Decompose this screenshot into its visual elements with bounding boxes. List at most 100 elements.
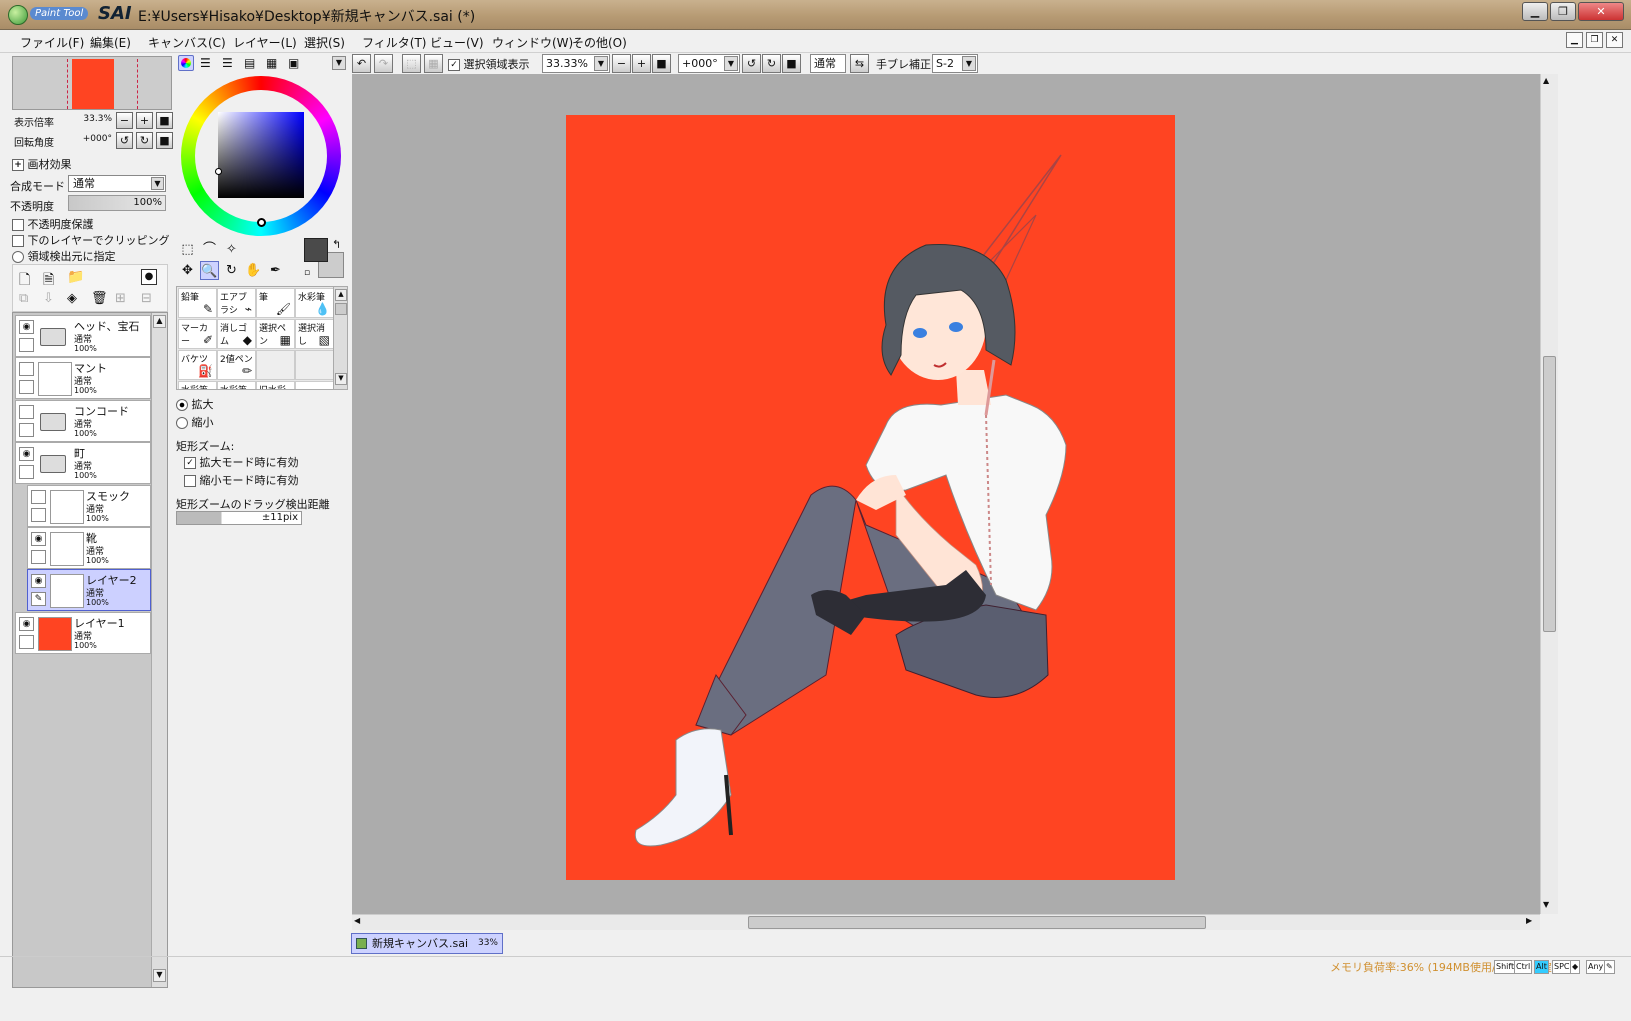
redo-button[interactable]: ↷ [374,54,393,73]
rotate-left-button[interactable]: ↺ [116,132,133,149]
eye-icon[interactable]: ◉ [31,574,46,589]
rect-select-icon[interactable]: ⬚ [178,240,197,259]
rotate-right-button[interactable]: ↻ [136,132,153,149]
move-icon[interactable]: ✥ [178,261,197,280]
maximize-button[interactable]: ❐ [1550,2,1576,21]
magic-wand-icon[interactable]: ✧ [222,240,241,259]
toolbar-zoom-in-button[interactable]: + [632,54,651,73]
title-bar[interactable]: Paint Tool SAI E:¥Users¥Hisako¥Desktop¥新… [0,0,1631,30]
saturation-value-square[interactable] [218,112,304,198]
brush-slot[interactable]: 水彩筆 [178,381,217,389]
rotation-value[interactable]: +000° [68,134,112,144]
layer-mask-icon[interactable]: ● [141,269,157,285]
scroll-up-icon[interactable]: ▲ [1543,76,1549,85]
eye-icon[interactable]: ◉ [19,320,34,334]
transfer-down-icon[interactable]: ⇩ [43,291,54,306]
lock-toggle[interactable] [19,634,34,649]
rotate-tool-icon[interactable]: ↻ [222,261,241,280]
vertical-scroll-thumb[interactable] [1543,356,1556,632]
primary-color-swatch[interactable] [304,238,328,262]
invert-selection-button[interactable]: ▦ [424,54,443,73]
swatch-tab[interactable]: ▦ [266,56,277,70]
brush-slot[interactable]: 旧水彩 [256,381,295,389]
eyedropper-icon[interactable]: ✒ [266,261,285,280]
scratch-pad-tab[interactable]: ▣ [288,56,299,70]
opacity-slider[interactable]: 100% [68,195,166,211]
layer-row[interactable]: ◉ ヘッド、宝石 通常 100% [15,315,151,357]
menu-other[interactable]: その他(O) [572,34,627,51]
zoom-in-radio[interactable]: 拡大 [176,396,214,412]
rotate-reset-button[interactable]: ■ [156,132,173,149]
new-folder-icon[interactable]: 📁 [67,269,84,285]
brush-slot[interactable]: 水彩筆 [217,381,256,389]
merge-visible-icon[interactable]: ⊟ [141,291,152,306]
preserve-opacity-checkbox[interactable]: 不透明度保護 [12,216,94,232]
brush-slot[interactable]: 水彩筆 💧 [295,288,334,318]
close-button[interactable]: ✕ [1578,2,1624,21]
canvas-horizontal-scrollbar[interactable]: ◀ ▶ [352,914,1540,930]
trash-icon[interactable]: 🗑 [91,291,108,306]
brush-slot[interactable]: マーカー ✐ [178,319,217,349]
color-wheel[interactable] [181,76,341,236]
merge-down-icon[interactable]: ⊞ [115,291,126,306]
toolbar-rotate-right-button[interactable]: ↻ [762,54,781,73]
lock-toggle[interactable] [31,507,46,522]
menu-select[interactable]: 選択(S) [304,34,345,51]
eye-hidden-icon[interactable] [19,362,34,377]
hsv-slider-tab[interactable]: ☰ [222,56,233,70]
enable-zoom-in-checkbox[interactable]: ✓ 拡大モード時に有効 [184,454,299,470]
rotation-select[interactable]: +000° ▼ [678,54,740,73]
zoom-select[interactable]: 33.33% ▼ [542,54,610,73]
layer-row[interactable]: ◉ レイヤー1 通常 100% [15,611,151,654]
menu-canvas[interactable]: キャンバス(C) [148,34,226,51]
lock-toggle[interactable] [31,550,46,564]
menu-file[interactable]: ファイル(F) [20,34,84,51]
layer-row[interactable]: ◉ 靴通常 100% [27,527,151,569]
drag-distance-slider[interactable]: ±11pix [176,511,302,525]
navigator-preview[interactable] [12,56,172,110]
blend-mode-select[interactable]: 通常 ▼ [68,175,166,192]
zoom-out-radio[interactable]: 縮小 [176,414,214,430]
swap-colors-icon[interactable]: ↰ [332,238,341,251]
zoom-reset-button[interactable]: ■ [156,112,173,129]
toolbar-rotate-reset-button[interactable]: ■ [782,54,801,73]
layer-row[interactable]: スモック 通常 100% [27,484,151,527]
layer-row[interactable]: ◉ 町通常 100% [15,442,151,485]
scroll-thumb[interactable] [335,303,347,315]
undo-button[interactable]: ↶ [352,54,371,73]
toolbar-zoom-out-button[interactable]: − [612,54,631,73]
clipping-checkbox[interactable]: 下のレイヤーでクリッピング [12,232,170,248]
scroll-up-icon[interactable]: ▲ [335,289,347,301]
view-mode-button[interactable]: 通常 [810,54,846,73]
eye-icon[interactable]: ◉ [31,532,46,546]
eye-hidden-icon[interactable] [31,489,46,504]
brush-slot[interactable]: 鉛筆 ✎ [178,288,217,318]
brush-slot[interactable] [295,350,334,380]
scroll-up-icon[interactable]: ▲ [153,315,166,328]
hue-cursor[interactable] [257,218,266,227]
enable-zoom-out-checkbox[interactable]: 縮小モード時に有効 [184,472,299,488]
show-selection-checkbox[interactable]: ✓ 選択領域表示 [448,56,530,72]
scroll-down-icon[interactable]: ▼ [1543,900,1549,909]
new-linework-layer-icon[interactable]: 🗎 [43,269,54,293]
brush-slot[interactable] [295,381,334,389]
brush-slot[interactable]: 選択ペン ▦ [256,319,295,349]
menu-layer[interactable]: レイヤー(L) [233,34,297,51]
menu-edit[interactable]: 編集(E) [90,34,131,51]
scroll-down-icon[interactable]: ▼ [335,373,347,385]
copy-layer-icon[interactable]: ⧉ [19,291,28,306]
panel-menu-icon[interactable]: ▼ [332,56,346,70]
zoom-tool-icon[interactable]: 🔍 [200,261,219,280]
hand-icon[interactable]: ✋ [244,261,263,280]
intermediate-color-tab[interactable]: ▤ [244,56,255,70]
brush-slot[interactable]: 筆 🖌 [256,288,295,318]
clear-layer-icon[interactable]: ◈ [67,291,77,306]
eye-icon[interactable]: ◉ [19,447,34,462]
new-layer-icon[interactable]: 🗋 [19,269,30,293]
eye-hidden-icon[interactable] [19,404,34,419]
drawing-canvas[interactable] [566,115,1175,880]
zoom-value[interactable]: 33.3% [68,114,112,124]
brush-slot[interactable]: 2値ペン ✏ [217,350,256,380]
mdi-restore-button[interactable]: ❐ [1586,32,1603,48]
brush-scrollbar[interactable]: ▲ ▼ [333,287,347,389]
